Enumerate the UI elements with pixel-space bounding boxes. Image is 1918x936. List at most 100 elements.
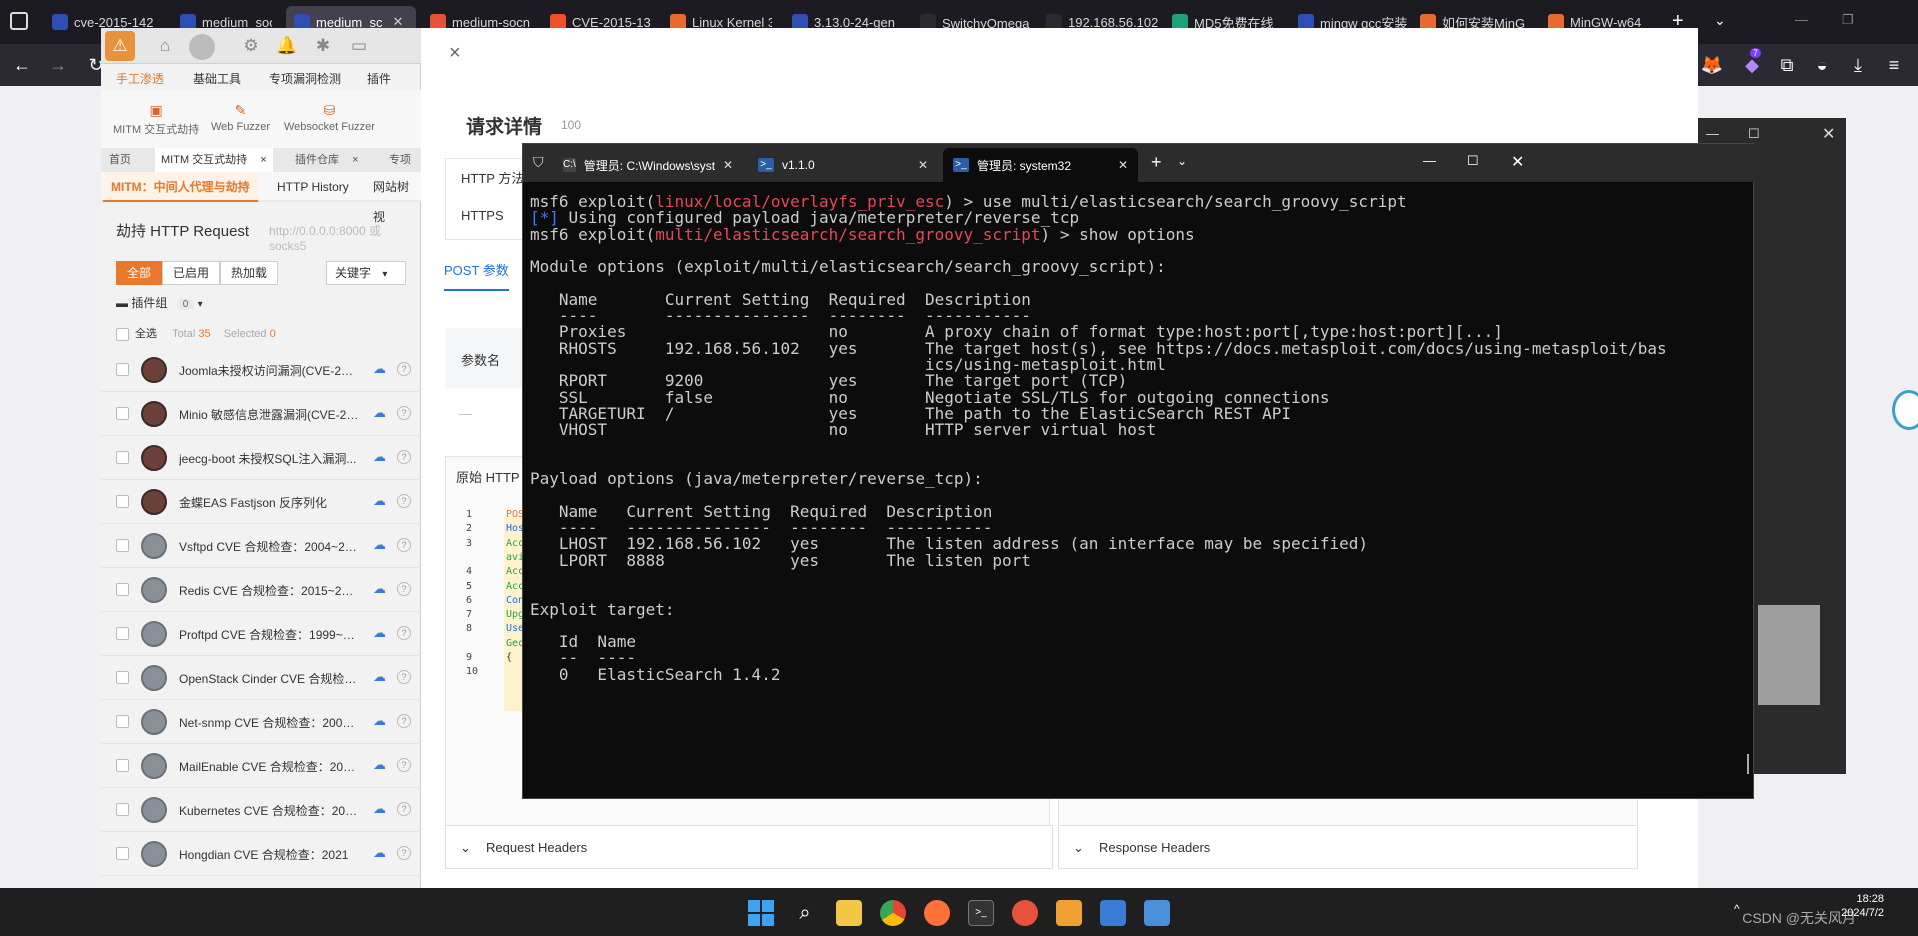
plugin-checkbox[interactable] [116, 847, 129, 860]
cloud-icon[interactable]: ☁ [373, 669, 386, 685]
close-icon[interactable]: × [260, 154, 266, 166]
scrollbar[interactable] [1747, 754, 1749, 774]
plugin-list-item[interactable]: Kubernetes CVE 合规检查：2017... ☁? [101, 788, 421, 832]
help-icon[interactable]: ? [397, 758, 411, 772]
help-icon[interactable]: ? [397, 582, 411, 596]
floating-assistant-icon[interactable] [1892, 390, 1918, 430]
help-icon[interactable]: ? [397, 714, 411, 728]
subtab-mitm-proxy[interactable]: MITM：中间人代理与劫持 [103, 172, 258, 202]
cloud-icon[interactable]: ☁ [373, 845, 386, 861]
plugin-checkbox[interactable] [116, 539, 129, 552]
window-minimize-button[interactable]: — [1795, 12, 1808, 27]
close-icon[interactable]: × [449, 42, 461, 65]
subtab-http-history[interactable]: HTTP History [269, 172, 357, 202]
cloud-icon[interactable]: ☁ [373, 361, 386, 377]
chevron-up-icon[interactable]: ^ [1734, 902, 1740, 916]
request-headers-panel[interactable]: ⌄ Request Headers [445, 825, 1053, 869]
plugin-checkbox[interactable] [116, 407, 129, 420]
window-maximize-button[interactable]: ❐ [1842, 12, 1854, 28]
window-close-button[interactable]: ✕ [1511, 152, 1524, 172]
close-icon[interactable]: ✕ [1118, 158, 1128, 172]
settings-icon[interactable]: ⚙ [239, 34, 263, 58]
menu-icon[interactable]: ≡ [1882, 53, 1906, 77]
tab-plugin-store[interactable]: 插件仓库 × [289, 148, 365, 172]
tab-post-params[interactable]: POST 参数 [444, 260, 509, 291]
window-close-button[interactable]: ✕ [1822, 124, 1835, 144]
window-maximize-button[interactable]: ☐ [1748, 126, 1760, 142]
close-icon[interactable]: ✕ [723, 158, 733, 172]
subtool-mitm[interactable]: ▣ MITM 交互式劫持 [113, 102, 199, 137]
cloud-icon[interactable]: ☁ [373, 801, 386, 817]
plugin-list-item[interactable]: Joomla未授权访问漏洞(CVE-202... ☁? [101, 348, 421, 392]
cloud-icon[interactable]: ☁ [373, 757, 386, 773]
clock[interactable]: 18:28 2024/7/2 [1841, 892, 1884, 920]
plugin-checkbox[interactable] [116, 451, 129, 464]
tab-mitm[interactable]: MITM 交互式劫持 × [155, 148, 273, 172]
help-icon[interactable]: ? [397, 538, 411, 552]
terminal-output[interactable]: msf6 exploit(linux/local/overlayfs_priv_… [530, 192, 1740, 792]
filter-all-button[interactable]: 全部 [116, 261, 163, 285]
terminal-new-tab-button[interactable]: + [1151, 152, 1162, 173]
search-icon[interactable]: ⌕ [792, 900, 818, 926]
help-icon[interactable]: ? [397, 406, 411, 420]
plugin-checkbox[interactable] [116, 583, 129, 596]
help-icon[interactable]: ? [397, 846, 411, 860]
subtool-websocket-fuzzer[interactable]: ⛁ Websocket Fuzzer [284, 102, 375, 133]
menu-vuln-detection[interactable]: 专项漏洞检测 [269, 70, 341, 87]
filter-hotload-button[interactable]: 热加载 [220, 261, 279, 285]
plugin-checkbox[interactable] [116, 759, 129, 772]
cloud-icon[interactable]: ☁ [373, 405, 386, 421]
extensions-icon[interactable]: ⧉ [1775, 53, 1799, 77]
plugin-list-item[interactable]: Vsftpd CVE 合规检查：2004~2011 ☁? [101, 524, 421, 568]
terminal-icon[interactable]: ▭ [347, 34, 371, 58]
subtab-site-tree[interactable]: 网站树视 [365, 172, 421, 224]
plugin-list-item[interactable]: Redis CVE 合规检查：2015~2023 ☁? [101, 568, 421, 612]
plugin-group-row[interactable]: ▬ 插件组 0 ▾ [116, 294, 203, 311]
help-icon[interactable]: ? [397, 626, 411, 640]
menu-basic-tools[interactable]: 基础工具 [193, 70, 241, 87]
cloud-icon[interactable]: ☁ [373, 449, 386, 465]
cloud-icon[interactable]: ☁ [373, 581, 386, 597]
bell-icon[interactable]: 🔔 [275, 34, 299, 58]
firefox-icon[interactable] [924, 900, 950, 926]
subtool-web-fuzzer[interactable]: ✎ Web Fuzzer [211, 102, 270, 133]
plugin-list-item[interactable]: Net-snmp CVE 合规检查：2002~... ☁? [101, 700, 421, 744]
keyword-select[interactable]: 关键字 ▾ [326, 261, 406, 285]
help-icon[interactable]: ? [397, 494, 411, 508]
tab-home[interactable]: 首页 [103, 148, 137, 172]
terminal-icon[interactable]: >_ [968, 900, 994, 926]
help-icon[interactable]: ? [397, 670, 411, 684]
notes-icon[interactable] [1100, 900, 1126, 926]
terminal-tab-v110[interactable]: >_ v1.1.0 ✕ [748, 148, 938, 182]
plugin-list-item[interactable]: 金蝶EAS Fastjson 反序列化 ☁? [101, 480, 421, 524]
cloud-icon[interactable]: ☁ [373, 537, 386, 553]
avatar[interactable] [189, 34, 215, 60]
response-headers-panel[interactable]: ⌄ Response Headers [1058, 825, 1638, 869]
list-tabs-chevron-icon[interactable]: ⌄ [1714, 12, 1726, 29]
back-arrow-icon[interactable]: ← [10, 53, 34, 77]
window-minimize-button[interactable]: — [1423, 153, 1436, 168]
chevron-down-icon[interactable]: ⌄ [1177, 154, 1187, 168]
plugin-list-item[interactable]: Proftpd CVE 合规检查：1999~20... ☁? [101, 612, 421, 656]
menu-manual-pentest[interactable]: 手工渗透 [116, 70, 164, 87]
pocket-icon[interactable]: ◒ [1810, 53, 1834, 77]
help-icon[interactable]: ? [397, 802, 411, 816]
window-minimize-button[interactable]: — [1706, 126, 1719, 141]
warning-icon[interactable]: ⚠ [105, 31, 135, 61]
yakit-icon[interactable] [1056, 900, 1082, 926]
bug-icon[interactable]: ✱ [311, 34, 335, 58]
plugin-list-item[interactable]: jeecg-boot 未授权SQL注入漏洞... ☁? [101, 436, 421, 480]
extension-fox-icon[interactable]: 🦊 [1700, 53, 1724, 77]
firefox-icon[interactable] [1012, 900, 1038, 926]
close-icon[interactable]: × [352, 154, 358, 166]
window-maximize-button[interactable]: ☐ [1467, 153, 1479, 169]
plugin-list-item[interactable]: MailEnable CVE 合规检查：2002... ☁? [101, 744, 421, 788]
menu-plugins[interactable]: 插件 [367, 70, 391, 87]
home-icon[interactable]: ⌂ [153, 34, 177, 58]
remote-desktop-icon[interactable] [1144, 900, 1170, 926]
cloud-icon[interactable]: ☁ [373, 493, 386, 509]
plugin-list-item[interactable]: Minio 敏感信息泄露漏洞(CVE-20... ☁? [101, 392, 421, 436]
select-all-checkbox[interactable] [116, 327, 129, 341]
terminal-tab-cmd[interactable]: C:\ 管理员: C:\Windows\system32\ ✕ [553, 148, 743, 182]
cloud-icon[interactable]: ☁ [373, 713, 386, 729]
